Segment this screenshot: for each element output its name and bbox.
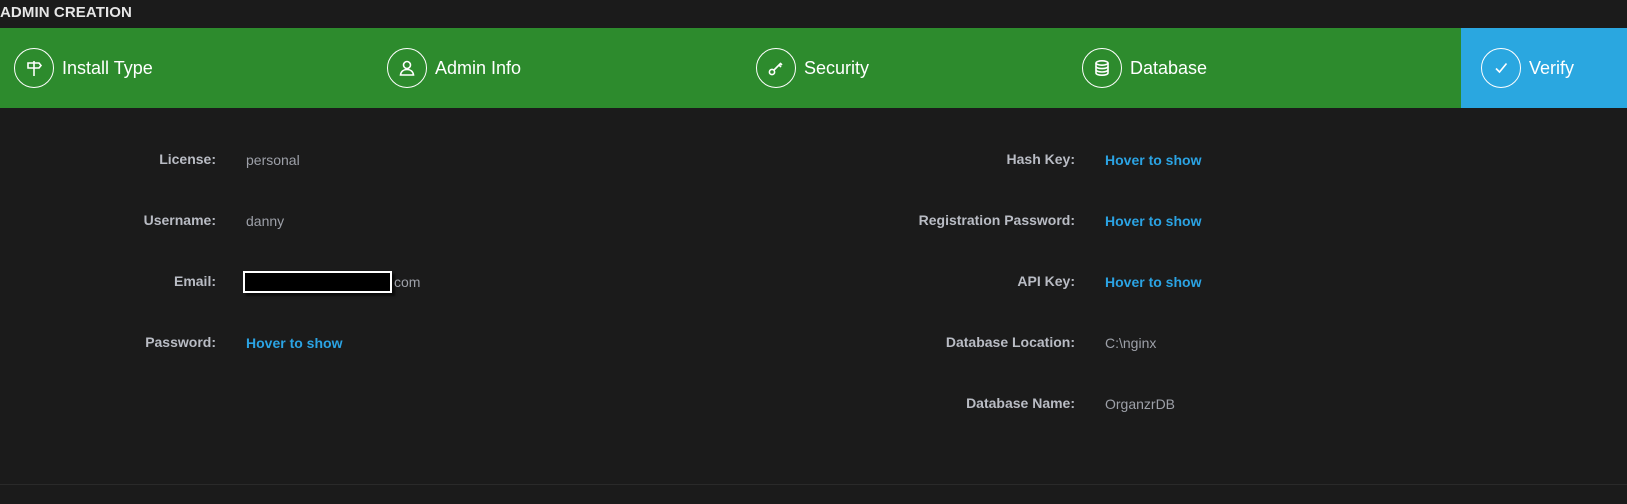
username-value: danny <box>246 213 285 229</box>
step-label: Install Type <box>62 57 153 78</box>
database-name-label: Database Name: <box>966 395 1075 411</box>
username-label: Username: <box>143 212 216 228</box>
step-verify[interactable]: Verify <box>1481 28 1574 108</box>
step-admin-info[interactable]: Admin Info <box>387 28 521 108</box>
registration-password-reveal-link[interactable]: Hover to show <box>1105 213 1201 229</box>
step-label: Database <box>1130 57 1208 78</box>
divider <box>0 484 1627 485</box>
database-location-value: C:\nginx <box>1105 335 1157 351</box>
license-label: License: <box>159 151 216 167</box>
database-icon <box>1082 48 1122 88</box>
hash-key-label: Hash Key: <box>1006 151 1075 167</box>
password-reveal-link[interactable]: Hover to show <box>246 335 342 351</box>
database-name-value: OrganzrDB <box>1105 396 1176 412</box>
step-label: Security <box>804 57 870 78</box>
signpost-icon <box>14 48 54 88</box>
step-database[interactable]: Database <box>1082 28 1207 108</box>
page-title: ADMIN CREATION <box>0 4 132 21</box>
database-location-label: Database Location: <box>945 334 1075 350</box>
step-security[interactable]: Security <box>756 28 869 108</box>
step-label: Admin Info <box>435 57 522 78</box>
hash-key-reveal-link[interactable]: Hover to show <box>1105 152 1201 168</box>
api-key-reveal-link[interactable]: Hover to show <box>1105 274 1201 290</box>
key-icon <box>756 48 796 88</box>
email-redaction <box>243 271 392 293</box>
license-value: personal <box>246 152 300 168</box>
check-icon <box>1481 48 1521 88</box>
user-icon <box>387 48 427 88</box>
email-value-suffix: com <box>394 274 421 290</box>
registration-password-label: Registration Password: <box>918 212 1075 228</box>
step-label: Verify <box>1529 57 1575 78</box>
verify-summary: License: personal Username: danny Email:… <box>0 108 1627 484</box>
api-key-label: API Key: <box>1017 273 1075 289</box>
wizard-steps: Install Type Admin Info Security Databas… <box>0 28 1627 108</box>
password-label: Password: <box>145 334 216 350</box>
step-install-type[interactable]: Install Type <box>14 28 153 108</box>
email-label: Email: <box>173 273 216 289</box>
